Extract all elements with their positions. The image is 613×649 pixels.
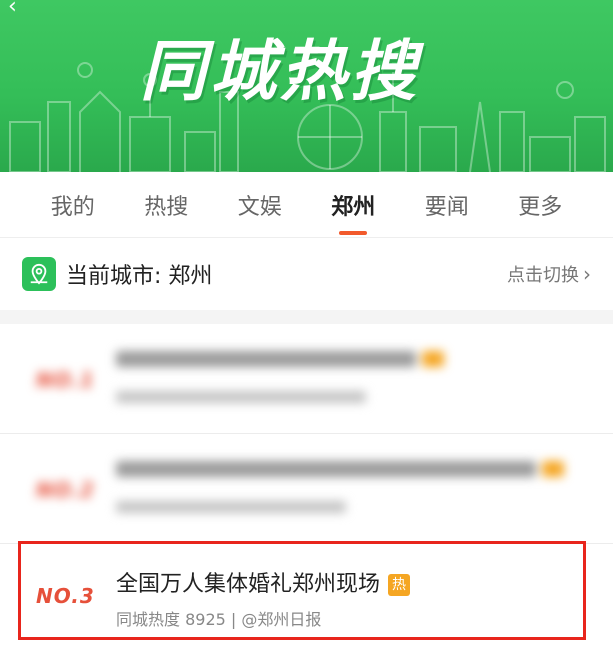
hot-search-item[interactable]: NO.2 [0,434,613,544]
back-icon[interactable]: ‹ [8,0,17,19]
location-pin-icon [22,257,56,291]
annotation-highlight-box [18,541,586,640]
current-city-label: 当前城市: 郑州 [66,264,213,289]
tab-1[interactable]: 热搜 [138,181,194,229]
header-banner: ‹ 同城热搜 [0,0,613,172]
switch-city-button[interactable]: 点击切换 › [507,261,591,287]
rank-label: NO.1 [36,368,95,392]
switch-city-label: 点击切换 [507,265,579,286]
section-divider [0,310,613,324]
item-title-redacted [116,348,444,373]
banner-title: 同城热搜 [140,33,420,110]
hot-search-item[interactable]: NO.1 [0,324,613,434]
item-meta-redacted [116,388,366,407]
item-title-redacted [116,458,564,483]
chevron-right-icon: › [583,262,591,286]
category-tabs: 我的 热搜 文娱 郑州 要闻 更多 [0,172,613,238]
current-city-row: 当前城市: 郑州 点击切换 › [0,238,613,310]
item-meta-redacted [116,498,346,517]
tab-4[interactable]: 要闻 [419,181,475,229]
rank-label: NO.2 [36,478,95,502]
tab-2[interactable]: 文娱 [232,181,288,229]
tab-5[interactable]: 更多 [512,181,568,229]
tab-3[interactable]: 郑州 [325,181,381,235]
tab-0[interactable]: 我的 [45,181,101,229]
